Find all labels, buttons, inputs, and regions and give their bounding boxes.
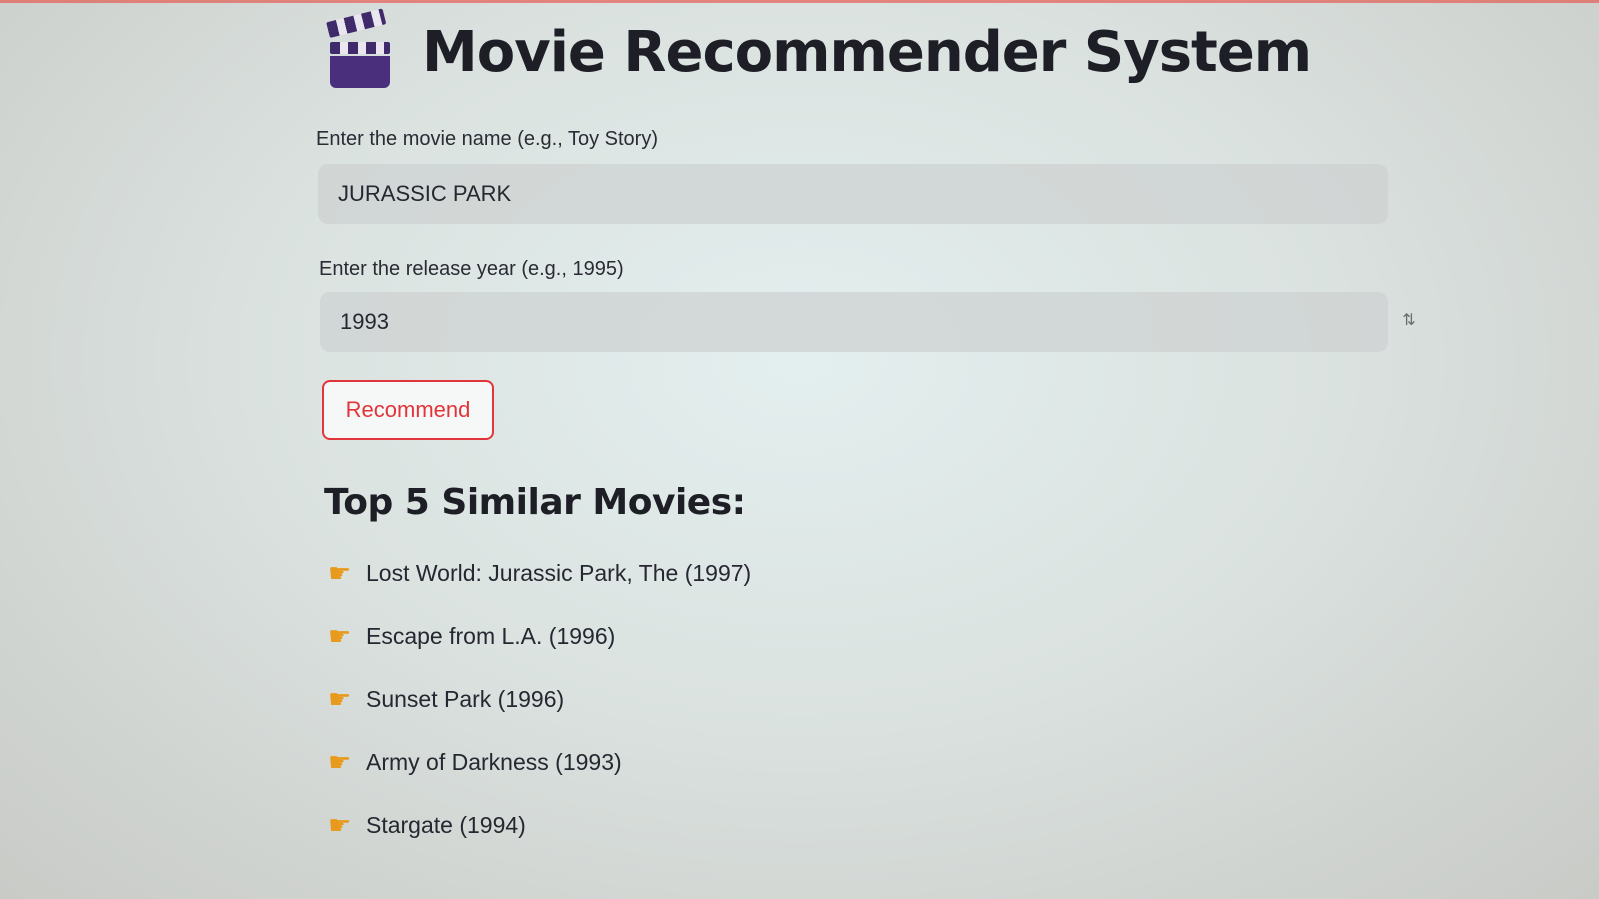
page-title: Movie Recommender System bbox=[422, 20, 1312, 85]
pointing-hand-icon: ☛ bbox=[328, 810, 352, 840]
pointing-hand-icon: ☛ bbox=[328, 621, 352, 651]
movie-title: Army of Darkness (1993) bbox=[366, 749, 622, 775]
movie-title: Escape from L.A. (1996) bbox=[366, 623, 616, 649]
list-item: ☛ Escape from L.A. (1996) bbox=[328, 619, 751, 682]
movie-name-label: Enter the movie name (e.g., Toy Story) bbox=[316, 128, 659, 150]
release-year-label: Enter the release year (e.g., 1995) bbox=[319, 258, 624, 280]
pointing-hand-icon: ☛ bbox=[328, 747, 352, 777]
clapperboard-icon bbox=[326, 8, 392, 88]
release-year-input[interactable] bbox=[320, 292, 1388, 352]
list-item: ☛ Lost World: Jurassic Park, The (1997) bbox=[328, 556, 751, 619]
list-item: ☛ Stargate (1994) bbox=[328, 808, 751, 871]
recommendation-list: ☛ Lost World: Jurassic Park, The (1997) … bbox=[328, 556, 751, 871]
list-item: ☛ Sunset Park (1996) bbox=[328, 682, 751, 745]
stepper-icon[interactable]: ⇅ bbox=[1394, 307, 1424, 335]
pointing-hand-icon: ☛ bbox=[328, 558, 352, 588]
movie-title: Sunset Park (1996) bbox=[366, 686, 565, 712]
movie-title: Lost World: Jurassic Park, The (1997) bbox=[366, 560, 752, 586]
main-content: Movie Recommender System Enter the movie… bbox=[316, 0, 1416, 899]
pointing-hand-icon: ☛ bbox=[328, 684, 352, 714]
movie-title: Stargate (1994) bbox=[366, 812, 526, 838]
movie-name-input[interactable] bbox=[318, 164, 1388, 224]
list-item: ☛ Army of Darkness (1993) bbox=[328, 745, 751, 808]
title-row: Movie Recommender System bbox=[326, 8, 1312, 88]
recommend-button[interactable]: Recommend bbox=[322, 380, 494, 440]
results-heading: Top 5 Similar Movies: bbox=[324, 482, 746, 523]
